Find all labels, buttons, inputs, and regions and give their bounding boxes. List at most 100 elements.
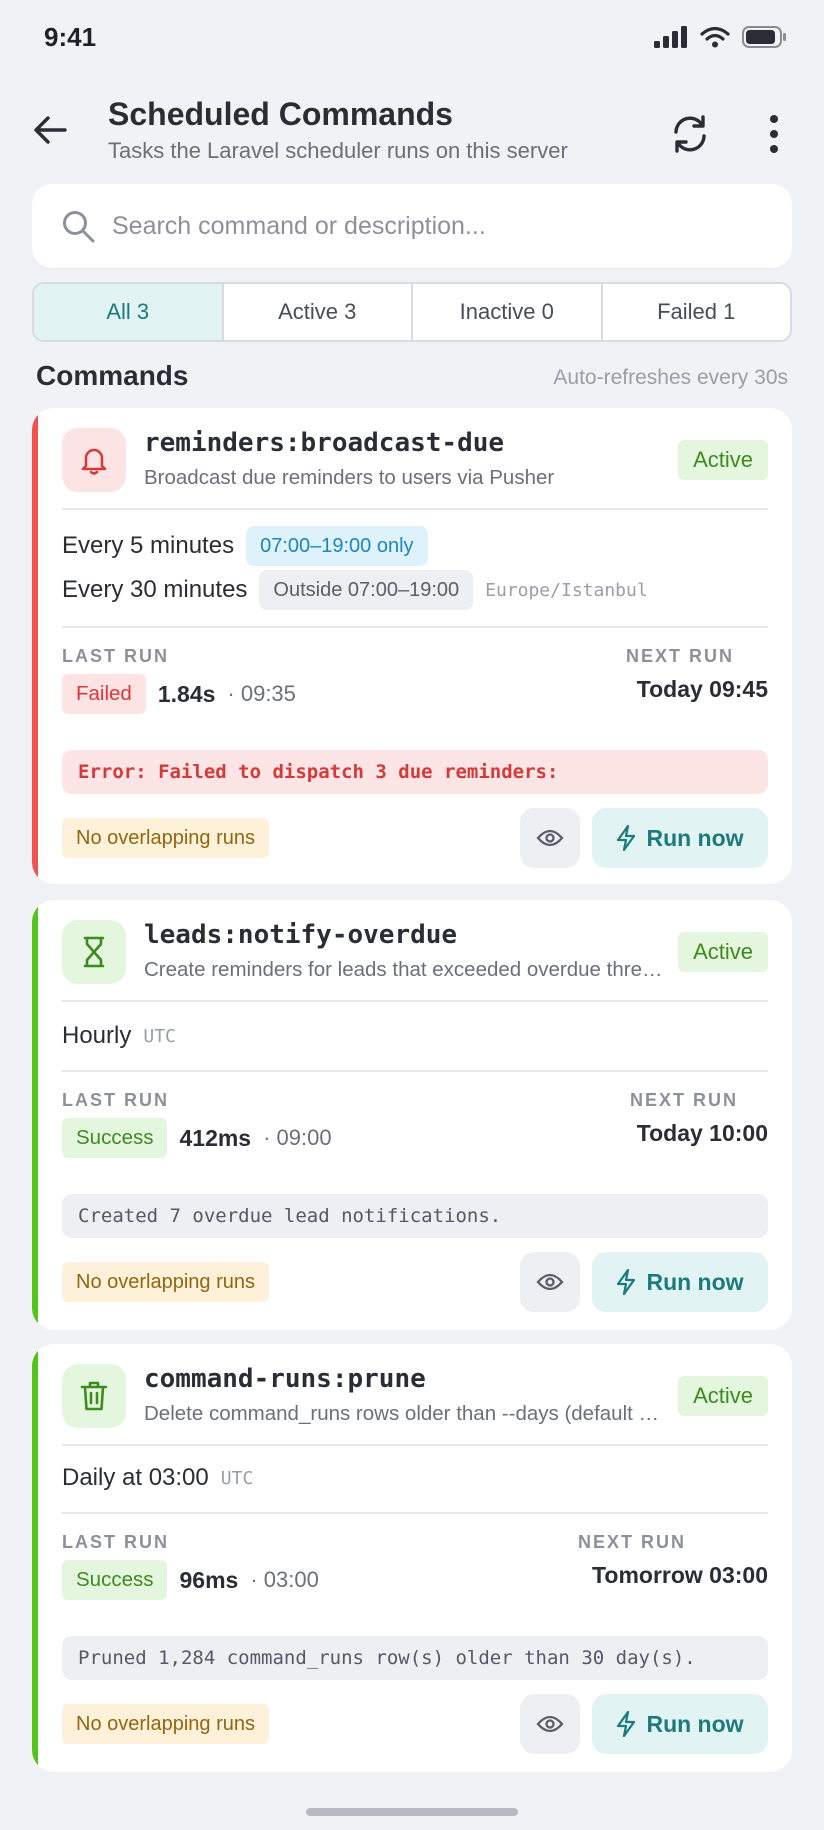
refresh-button[interactable] (664, 108, 716, 160)
run-time: · 03:00 (250, 1567, 319, 1592)
eye-icon (536, 1273, 564, 1291)
filter-tab-failed[interactable]: Failed 1 (603, 284, 791, 340)
run-result-badge: Success (62, 1118, 168, 1158)
search-bar (32, 184, 792, 268)
divider (62, 1444, 768, 1446)
run-result-badge: Success (62, 1560, 168, 1600)
search-icon (63, 211, 95, 243)
more-options-button[interactable] (752, 108, 796, 160)
signal-icon (654, 26, 687, 48)
last-run-label: LAST RUN (62, 1532, 169, 1552)
page-subtitle: Tasks the Laravel scheduler runs on this… (108, 138, 568, 163)
command-card: leads:notify-overdue Create reminders fo… (32, 900, 792, 1330)
filter-tab-inactive[interactable]: Inactive 0 (413, 284, 603, 340)
next-run-time: Tomorrow 03:00 (592, 1562, 768, 1588)
eye-icon (536, 1715, 564, 1733)
schedule-line: Every 30 minutes Outside 07:00–19:00 Eur… (62, 570, 648, 610)
schedule-line: Hourly UTC (62, 1022, 176, 1050)
status-badge: Active (678, 1376, 768, 1416)
overlap-badge: No overlapping runs (62, 818, 269, 858)
last-run-row: Success 412ms · 09:00 (62, 1118, 332, 1158)
command-description: Delete command_runs rows older than --da… (144, 1402, 664, 1425)
status-bar: 9:41 (0, 0, 824, 80)
schedule-frequency: Every 5 minutes (62, 532, 235, 559)
run-now-button[interactable]: Run now (592, 1694, 768, 1754)
more-vertical-icon (770, 115, 778, 153)
outside-window-chip: Outside 07:00–19:00 (259, 570, 474, 610)
eye-icon (536, 829, 564, 847)
divider (62, 1000, 768, 1002)
run-now-label: Run now (646, 1268, 744, 1295)
battery-icon (742, 26, 786, 48)
filter-tab-all[interactable]: All 3 (34, 284, 224, 340)
auto-refresh-note: Auto-refreshes every 30s (553, 366, 788, 389)
home-indicator (306, 1808, 518, 1816)
view-output-button[interactable] (520, 808, 580, 868)
overlap-badge: No overlapping runs (62, 1704, 269, 1744)
status-time: 9:41 (44, 22, 97, 52)
schedule-frequency: Hourly (62, 1022, 132, 1049)
command-description: Create reminders for leads that exceeded… (144, 958, 664, 981)
section-title: Commands (36, 360, 189, 391)
run-duration: 412ms (179, 1124, 252, 1151)
run-output: Pruned 1,284 command_runs row(s) older t… (62, 1636, 768, 1680)
command-name: reminders:broadcast-due (144, 428, 505, 458)
divider (62, 1070, 768, 1072)
command-icon (62, 920, 126, 984)
filter-tab-active[interactable]: Active 3 (224, 284, 413, 340)
last-run-label: LAST RUN (62, 646, 169, 666)
next-run-time: Today 09:45 (636, 676, 768, 702)
run-output: Created 7 overdue lead notifications. (62, 1194, 768, 1238)
refresh-icon (674, 115, 706, 153)
page-title: Scheduled Commands (108, 96, 453, 132)
schedule-frequency: Daily at 03:00 (62, 1464, 209, 1491)
last-run-row: Success 96ms · 03:00 (62, 1560, 319, 1600)
run-duration: 96ms (179, 1566, 239, 1593)
next-run-label: NEXT RUN (629, 1090, 738, 1110)
divider (62, 1512, 768, 1514)
run-now-button[interactable]: Run now (592, 1252, 768, 1312)
schedule-line: Daily at 03:00 UTC (62, 1464, 253, 1492)
filter-tabs: All 3 Active 3 Inactive 0 Failed 1 (32, 282, 792, 342)
run-result-badge: Failed (62, 674, 146, 714)
command-name: leads:notify-overdue (144, 920, 458, 950)
status-badge: Active (678, 932, 768, 972)
next-run-label: NEXT RUN (577, 1532, 686, 1552)
lightning-icon (617, 825, 636, 851)
last-run-row: Failed 1.84s · 09:35 (62, 674, 296, 714)
run-now-button[interactable]: Run now (592, 808, 768, 868)
wifi-icon (700, 26, 730, 48)
error-output: Error: Failed to dispatch 3 due reminder… (62, 750, 768, 794)
divider (62, 626, 768, 628)
status-badge: Active (678, 440, 768, 480)
next-run-time: Today 10:00 (636, 1120, 768, 1146)
schedule-line: Every 5 minutes 07:00–19:00 only (62, 526, 428, 566)
schedule-frequency: Every 30 minutes (62, 576, 248, 603)
search-input[interactable] (112, 202, 762, 250)
bell-icon (81, 448, 107, 475)
last-run-label: LAST RUN (62, 1090, 169, 1110)
view-output-button[interactable] (520, 1252, 580, 1312)
run-now-label: Run now (646, 824, 744, 851)
time-window-chip: 07:00–19:00 only (246, 526, 428, 566)
arrow-left-icon (34, 116, 67, 144)
hourglass-icon (83, 936, 105, 968)
lightning-icon (617, 1269, 636, 1295)
app-header: Scheduled Commands Tasks the Laravel sch… (0, 88, 824, 178)
divider (62, 508, 768, 510)
timezone-label: UTC (143, 1025, 176, 1047)
timezone-label: UTC (220, 1467, 254, 1489)
run-now-label: Run now (646, 1710, 744, 1737)
run-duration: 1.84s (157, 680, 216, 707)
run-time: · 09:35 (227, 681, 296, 706)
command-icon (62, 428, 126, 492)
trash-icon (80, 1381, 108, 1411)
command-icon (62, 1364, 126, 1428)
timezone-label: Europe/Istanbul (485, 579, 648, 601)
run-time: · 09:00 (263, 1125, 332, 1150)
status-icons (654, 26, 788, 48)
view-output-button[interactable] (520, 1694, 580, 1754)
overlap-badge: No overlapping runs (62, 1262, 269, 1302)
back-button[interactable] (28, 108, 72, 152)
lightning-icon (617, 1711, 636, 1737)
